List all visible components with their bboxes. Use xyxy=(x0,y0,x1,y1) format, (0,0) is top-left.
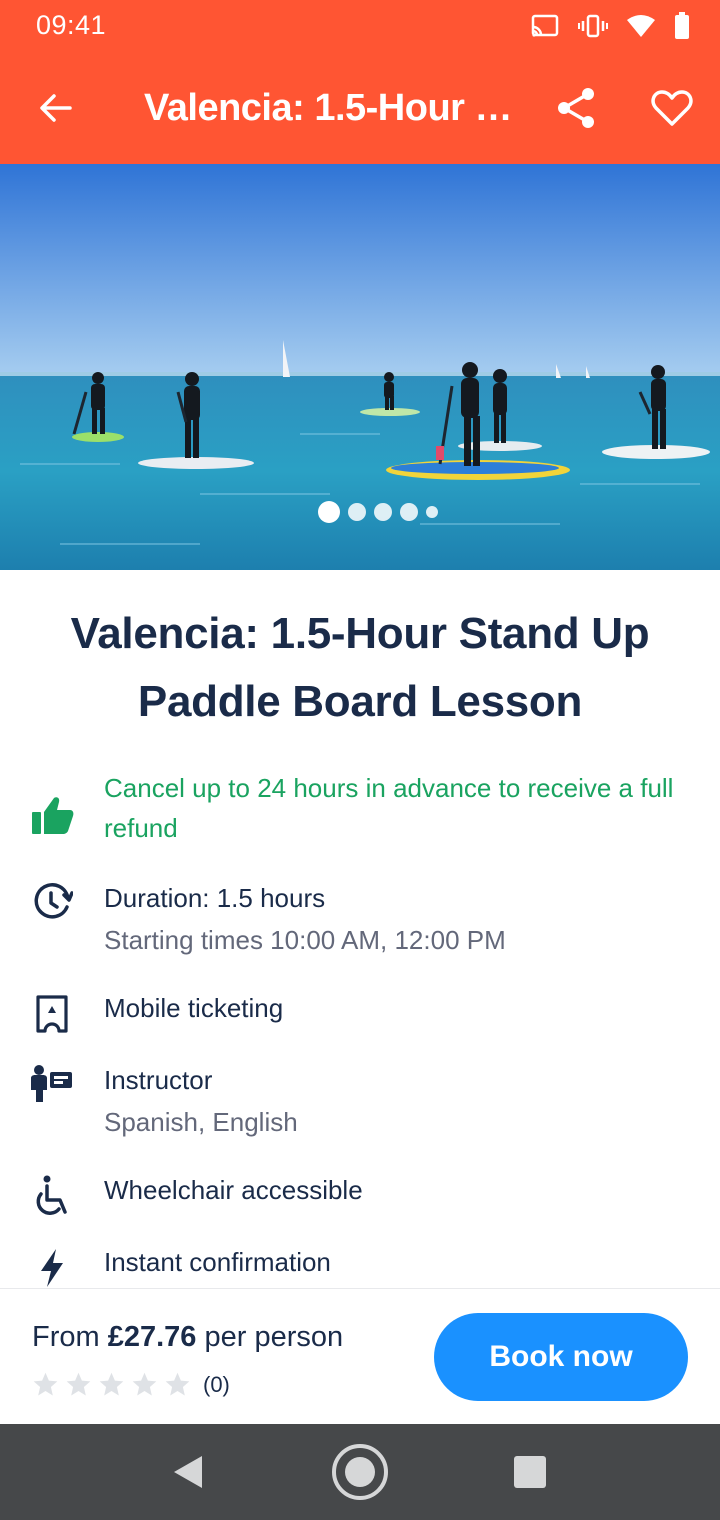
battery-icon xyxy=(674,12,690,45)
toolbar-title: Valencia: 1.5-Hour Stand Up Paddle Board… xyxy=(144,87,516,129)
clock-history-icon xyxy=(28,878,76,926)
feature-text: Instant confirmation xyxy=(104,1242,700,1282)
starting-times: Starting times 10:00 AM, 12:00 PM xyxy=(104,925,506,955)
carousel-dot[interactable] xyxy=(426,506,438,518)
feature-text: Duration: 1.5 hours Starting times 10:00… xyxy=(104,878,700,960)
mobile-ticket-icon xyxy=(28,990,76,1038)
activity-title: Valencia: 1.5-Hour Stand Up Paddle Board… xyxy=(70,609,650,726)
lightning-icon xyxy=(28,1244,76,1288)
instructor-languages: Spanish, English xyxy=(104,1107,298,1137)
vibrate-icon xyxy=(578,13,608,44)
wifi-icon xyxy=(626,13,656,44)
feature-text: Instructor Spanish, English xyxy=(104,1060,700,1142)
system-nav-bar xyxy=(0,1424,720,1520)
feature-text: Wheelchair accessible xyxy=(104,1170,700,1210)
price-value: £27.76 xyxy=(107,1321,197,1353)
carousel-dot[interactable] xyxy=(400,503,418,521)
star-empty-icon xyxy=(66,1372,91,1396)
nav-home-icon[interactable] xyxy=(330,1442,390,1502)
status-bar: 09:41 xyxy=(0,0,720,52)
price-prefix: From xyxy=(32,1321,100,1353)
instructor-label: Instructor xyxy=(104,1065,213,1095)
carousel-dot[interactable] xyxy=(374,503,392,521)
hero-image-carousel[interactable] xyxy=(0,164,720,570)
star-empty-icon xyxy=(99,1372,124,1396)
book-now-button[interactable]: Book now xyxy=(434,1313,688,1401)
price-line: From £27.76 per person xyxy=(32,1321,343,1354)
price-suffix: per person xyxy=(204,1321,344,1353)
accessibility-label: Wheelchair accessible xyxy=(104,1175,363,1205)
instructor-icon xyxy=(28,1060,76,1108)
cast-icon xyxy=(530,13,560,44)
carousel-dot[interactable] xyxy=(318,501,340,523)
star-empty-icon xyxy=(132,1372,157,1396)
heart-outline-icon xyxy=(651,90,693,126)
toolbar: Valencia: 1.5-Hour Stand Up Paddle Board… xyxy=(0,62,720,158)
status-icons xyxy=(530,12,690,45)
share-button[interactable] xyxy=(552,84,600,132)
nav-back-icon[interactable] xyxy=(168,1452,208,1492)
app-bar: 09:41 Valencia: 1.5-Hour Stand Up Paddle… xyxy=(0,0,720,164)
status-time: 09:41 xyxy=(36,10,107,40)
cancellation-policy: Cancel up to 24 hours in advance to rece… xyxy=(104,773,674,843)
arrow-back-icon xyxy=(40,94,72,122)
activity-details: Valencia: 1.5-Hour Stand Up Paddle Board… xyxy=(0,570,720,1288)
booking-bar: From £27.76 per person (0) Book now xyxy=(0,1288,720,1424)
rating-count: (0) xyxy=(203,1371,230,1397)
carousel-indicator xyxy=(318,501,438,523)
carousel-dot[interactable] xyxy=(348,503,366,521)
rating: (0) xyxy=(32,1371,230,1398)
feature-text: Cancel up to 24 hours in advance to rece… xyxy=(104,768,700,848)
favorite-button[interactable] xyxy=(646,84,698,132)
confirmation-label: Instant confirmation xyxy=(104,1247,331,1277)
duration-label: Duration: 1.5 hours xyxy=(104,883,326,913)
wheelchair-icon xyxy=(28,1172,76,1220)
back-button[interactable] xyxy=(32,84,80,132)
share-icon xyxy=(558,88,594,128)
feature-text: Mobile ticketing xyxy=(104,988,700,1028)
star-empty-icon xyxy=(33,1372,58,1396)
star-empty-icon xyxy=(165,1372,190,1396)
ticketing-label: Mobile ticketing xyxy=(104,993,284,1023)
thumbs-up-icon xyxy=(28,792,76,840)
nav-recents-icon[interactable] xyxy=(512,1454,548,1490)
